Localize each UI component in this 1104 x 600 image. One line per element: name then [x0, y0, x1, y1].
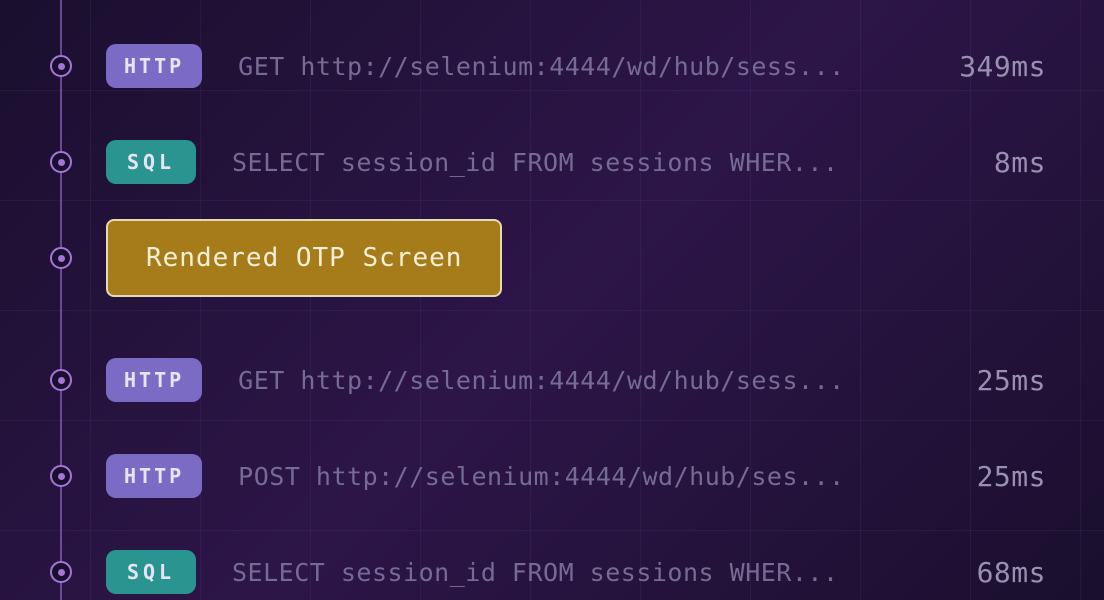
timeline-event-row[interactable]: Rendered OTP Screen: [50, 236, 1054, 280]
log-description: GET http://selenium:4444/wd/hub/sess...: [238, 52, 959, 81]
sql-badge: SQL: [106, 550, 196, 594]
timeline-row[interactable]: HTTP GET http://selenium:4444/wd/hub/ses…: [50, 358, 1054, 402]
timeline-container: HTTP GET http://selenium:4444/wd/hub/ses…: [0, 0, 1104, 600]
http-badge: HTTP: [106, 358, 202, 402]
timeline-row[interactable]: SQL SELECT session_id FROM sessions WHER…: [50, 550, 1054, 594]
log-description: GET http://selenium:4444/wd/hub/sess...: [238, 366, 976, 395]
timeline-dot-icon: [50, 151, 72, 173]
timeline-row[interactable]: HTTP GET http://selenium:4444/wd/hub/ses…: [50, 44, 1054, 88]
http-badge: HTTP: [106, 44, 202, 88]
timeline-row[interactable]: SQL SELECT session_id FROM sessions WHER…: [50, 140, 1054, 184]
log-timing: 8ms: [994, 146, 1054, 179]
timeline-dot-icon: [50, 465, 72, 487]
timeline-row[interactable]: HTTP POST http://selenium:4444/wd/hub/se…: [50, 454, 1054, 498]
log-timing: 25ms: [977, 364, 1054, 397]
timeline-vertical-line: [60, 0, 62, 600]
log-description: POST http://selenium:4444/wd/hub/ses...: [238, 462, 976, 491]
log-description: SELECT session_id FROM sessions WHER...: [232, 148, 994, 177]
timeline-dot-icon: [50, 55, 72, 77]
log-timing: 25ms: [977, 460, 1054, 493]
event-badge: Rendered OTP Screen: [106, 219, 502, 297]
timeline-dot-icon: [50, 247, 72, 269]
timeline-dot-icon: [50, 369, 72, 391]
log-timing: 349ms: [959, 50, 1054, 83]
log-description: SELECT session_id FROM sessions WHER...: [232, 558, 977, 587]
timeline-dot-icon: [50, 561, 72, 583]
log-timing: 68ms: [977, 556, 1054, 589]
sql-badge: SQL: [106, 140, 196, 184]
http-badge: HTTP: [106, 454, 202, 498]
